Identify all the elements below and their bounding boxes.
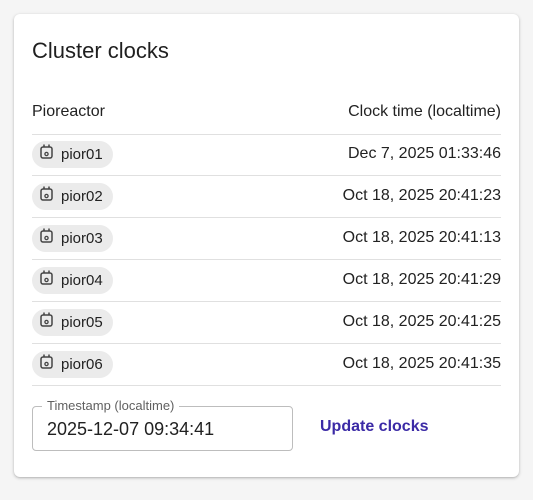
card-title: Cluster clocks	[32, 38, 169, 63]
column-header-clock-time: Clock time (localtime)	[348, 103, 501, 120]
clock-time: Oct 18, 2025 20:41:13	[342, 229, 501, 246]
pioreactor-unit-icon	[38, 143, 61, 166]
table-row: pior03 Oct 18, 2025 20:41:13	[32, 218, 501, 260]
clock-time: Dec 7, 2025 01:33:46	[347, 145, 501, 162]
table-row: pior05 Oct 18, 2025 20:41:25	[32, 302, 501, 344]
table-body: pior01 Dec 7, 2025 01:33:46 pior02 Oct 1…	[32, 134, 501, 386]
unit-chip[interactable]: pior04	[32, 267, 113, 294]
update-clocks-button[interactable]: Update clocks	[310, 412, 438, 442]
unit-chip[interactable]: pior06	[32, 351, 113, 378]
pioreactor-unit-icon	[38, 269, 61, 292]
unit-name: pior05	[61, 314, 103, 331]
clock-time: Oct 18, 2025 20:41:25	[342, 313, 501, 330]
column-header-pioreactor: Pioreactor	[32, 103, 105, 120]
unit-chip[interactable]: pior01	[32, 141, 113, 168]
clock-time: Oct 18, 2025 20:41:29	[342, 271, 501, 288]
timestamp-input-value[interactable]: 2025-12-07 09:34:41	[47, 419, 214, 440]
table-row: pior02 Oct 18, 2025 20:41:23	[32, 176, 501, 218]
unit-name: pior03	[61, 230, 103, 247]
pioreactor-unit-icon	[38, 185, 61, 208]
pioreactor-unit-icon	[38, 227, 61, 250]
unit-chip[interactable]: pior02	[32, 183, 113, 210]
unit-chip[interactable]: pior05	[32, 309, 113, 336]
unit-name: pior01	[61, 146, 103, 163]
timestamp-field[interactable]: Timestamp (localtime) 2025-12-07 09:34:4…	[32, 398, 293, 451]
clock-time: Oct 18, 2025 20:41:23	[342, 187, 501, 204]
unit-name: pior06	[61, 356, 103, 373]
table-header: Pioreactor Clock time (localtime)	[32, 90, 501, 135]
pioreactor-unit-icon	[38, 311, 61, 334]
pioreactor-unit-icon	[38, 353, 61, 376]
clock-time: Oct 18, 2025 20:41:35	[342, 355, 501, 372]
table-row: pior04 Oct 18, 2025 20:41:29	[32, 260, 501, 302]
timestamp-field-label: Timestamp (localtime)	[42, 398, 180, 413]
table-row: pior06 Oct 18, 2025 20:41:35	[32, 344, 501, 386]
table-row: pior01 Dec 7, 2025 01:33:46	[32, 134, 501, 176]
cluster-clocks-card: Cluster clocks Pioreactor Clock time (lo…	[14, 14, 519, 477]
unit-name: pior04	[61, 272, 103, 289]
unit-chip[interactable]: pior03	[32, 225, 113, 252]
unit-name: pior02	[61, 188, 103, 205]
